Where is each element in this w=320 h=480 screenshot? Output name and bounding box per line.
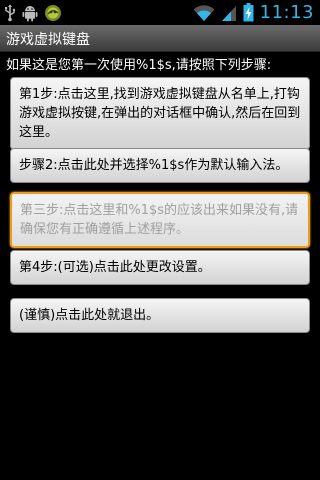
title-bar: 游戏虚拟键盘 <box>0 25 320 52</box>
usb-icon <box>4 4 16 22</box>
battery-charging-icon <box>243 3 254 22</box>
exit-label: (谨慎)点击此处就退出。 <box>19 308 160 323</box>
step-2-label: 步骤2:点击此处并选择%1$s作为默认输入法。 <box>19 158 289 173</box>
wifi-icon <box>193 4 215 22</box>
intro-text: 如果这是您第一次使用%1$s,请按照下列步骤: <box>6 58 272 73</box>
status-bar: 11:13 <box>0 0 320 25</box>
android-debug-icon <box>22 4 38 22</box>
app-title: 游戏虚拟键盘 <box>6 32 90 48</box>
setup-wizard: 如果这是您第一次使用%1$s,请按照下列步骤: 第1步:点击这里,找到游戏虚拟键… <box>0 52 320 480</box>
step-1-button[interactable]: 第1步:点击这里,找到游戏虚拟键盘从名单上,打钩游戏虚拟按键,在弹出的对话框中确… <box>10 77 310 150</box>
notification-icons <box>4 2 62 23</box>
system-icons: 11:13 <box>193 0 314 25</box>
step-3-button[interactable]: 第三步:点击这里和%1$s的应该出来如果没有,请确保您有正确遵循上述程序。 <box>10 192 310 248</box>
step-3-label: 第三步:点击这里和%1$s的应该出来如果没有,请确保您有正确遵循上述程序。 <box>20 203 299 237</box>
step-4-button[interactable]: 第4步:(可选)点击此处更改设置。 <box>10 250 310 285</box>
step-2-button[interactable]: 步骤2:点击此处并选择%1$s作为默认输入法。 <box>10 148 310 183</box>
exit-button[interactable]: (谨慎)点击此处就退出。 <box>10 298 310 333</box>
signal-icon <box>221 4 237 22</box>
clock: 11:13 <box>259 2 314 23</box>
step-1-label: 第1步:点击这里,找到游戏虚拟键盘从名单上,打钩游戏虚拟按键,在弹出的对话框中确… <box>19 87 301 140</box>
app-notification-icon <box>44 4 62 22</box>
step-4-label: 第4步:(可选)点击此处更改设置。 <box>19 260 211 275</box>
